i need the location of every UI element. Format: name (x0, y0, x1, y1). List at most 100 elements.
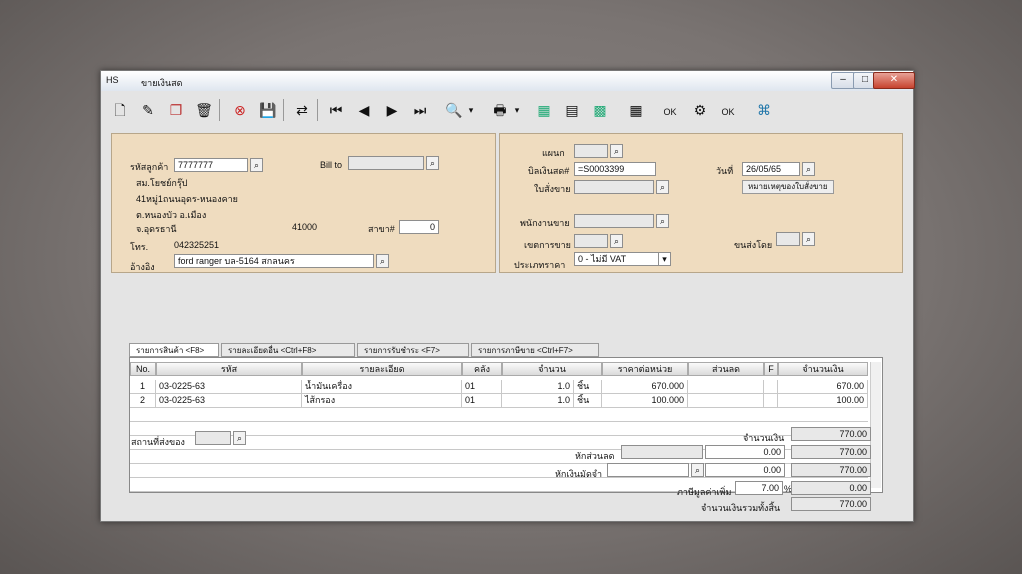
bill-to-search-button[interactable]: ⌕ (426, 156, 439, 170)
col-header-quantity[interactable]: จำนวน (502, 362, 602, 376)
search-icon: ⌕ (805, 234, 812, 244)
discount-text-field[interactable] (621, 445, 703, 459)
col-header-warehouse[interactable]: คลัง (462, 362, 502, 376)
save-icon: 💾 (259, 102, 277, 118)
ship-place-search-button[interactable]: ⌕ (233, 431, 246, 445)
deposit-value-field[interactable]: 0.00 (705, 463, 785, 477)
after-deposit-field: 770.00 (791, 463, 871, 477)
customer-search-button[interactable]: ⌕ (250, 158, 263, 172)
cell-amount: 670.00 (778, 380, 868, 394)
first-record-button[interactable]: ⏮ (325, 99, 347, 121)
search-icon: ⌕ (613, 146, 620, 156)
deposit-ref-field[interactable] (607, 463, 689, 477)
previous-record-button[interactable]: ◀ (353, 99, 375, 121)
dept-search-button[interactable]: ⌕ (610, 144, 623, 158)
cancel-button[interactable]: ⊗ (229, 99, 251, 121)
sales-window: HS ขายเงินสด – □ ✕ 🗋 ✎ ❐ 🗑 ⊗ 💾 ⇄ ⏮ ◀ ▶ ⏭… (100, 70, 915, 522)
search-icon: ⌕ (429, 158, 436, 168)
col-header-code[interactable]: รหัส (156, 362, 302, 376)
tab-items[interactable]: รายการสินค้า <F8> (129, 343, 219, 357)
print-icon: 🖶 (493, 102, 507, 118)
next-record-button[interactable]: ▶ (381, 99, 403, 121)
col-header-f[interactable]: F (764, 362, 778, 376)
price-type-dropdown-button[interactable]: ▾ (658, 252, 671, 266)
delete-button[interactable]: 🗑 (193, 99, 215, 121)
dept-field[interactable] (574, 144, 608, 158)
cell-code: 03-0225-63 (156, 394, 302, 408)
report-icon: ▤ (565, 102, 579, 118)
sales-area-search-button[interactable]: ⌕ (610, 234, 623, 248)
grid-button[interactable]: ▩ (589, 99, 611, 121)
save-button[interactable]: 💾 (257, 99, 279, 121)
report-button[interactable]: ▤ (561, 99, 583, 121)
close-button[interactable]: ✕ (873, 72, 915, 89)
tab-payments[interactable]: รายการรับชำระ <F7> (357, 343, 469, 357)
sales-area-field[interactable] (574, 234, 608, 248)
new-button[interactable]: 🗋 (109, 99, 131, 121)
tools-button[interactable]: ⚙ (689, 99, 711, 121)
customer-code-field[interactable]: 7777777 (174, 158, 248, 172)
sales-order-search-button[interactable]: ⌕ (656, 180, 669, 194)
date-field[interactable]: 26/05/65 (742, 162, 800, 176)
print-button[interactable]: 🖶 (489, 99, 511, 121)
table-button[interactable]: ▦ (625, 99, 647, 121)
date-picker-button[interactable]: ⌕ (802, 162, 815, 176)
search-icon: ⌕ (236, 433, 243, 443)
grid-scrollbar[interactable] (870, 362, 881, 488)
cell-f (764, 380, 778, 394)
copy-icon: ❐ (169, 102, 183, 118)
customer-address-line3: จ.อุดรธานี (136, 224, 177, 234)
vat-rate-field[interactable]: 7.00 (735, 481, 783, 495)
col-header-no[interactable]: No. (130, 362, 156, 376)
preview-button[interactable]: 🔍 (443, 99, 465, 121)
deposit-search-button[interactable]: ⌕ (691, 463, 704, 477)
preview-dropdown[interactable]: ▾ (465, 99, 477, 121)
cell-description: น้ำมันเครื่อง (302, 380, 462, 394)
delivery-search-button[interactable]: ⌕ (802, 232, 815, 246)
reference-search-button[interactable]: ⌕ (376, 254, 389, 268)
network-button[interactable]: ⌘ (753, 99, 775, 121)
deposit-label: หักเงินมัดจำ (555, 469, 603, 479)
doc-no-field[interactable]: =S0003399 (574, 162, 656, 176)
order-note-button[interactable]: หมายเหตุของใบสั่งขาย (742, 180, 834, 194)
last-record-button[interactable]: ⏭ (409, 99, 431, 121)
cell-code: 03-0225-63 (156, 380, 302, 394)
col-header-amount[interactable]: จำนวนเงิน (778, 362, 868, 376)
confirm-button[interactable]: OK (717, 99, 739, 121)
col-header-discount[interactable]: ส่วนลด (688, 362, 764, 376)
ship-place-field[interactable] (195, 431, 231, 445)
phone-label: โทร. (130, 242, 149, 252)
approve-button[interactable]: OK (659, 99, 681, 121)
app-icon: HS (106, 75, 119, 85)
customer-address-line2: ต.หนองบัว อ.เมือง (136, 210, 207, 220)
salesman-search-button[interactable]: ⌕ (656, 214, 669, 228)
print-dropdown[interactable]: ▾ (511, 99, 523, 121)
sales-order-field[interactable] (574, 180, 654, 194)
bill-to-label: Bill to (320, 160, 343, 170)
transfer-button[interactable]: ⇄ (291, 99, 313, 121)
preview-icon: 🔍 (445, 102, 463, 118)
search-icon: ⌕ (659, 216, 666, 226)
minimize-button[interactable]: – (831, 72, 855, 89)
maximize-icon: □ (861, 74, 869, 85)
col-header-unit-price[interactable]: ราคาต่อหน่วย (602, 362, 688, 376)
cell-quantity: 1.0 (502, 380, 574, 394)
discount-value-field[interactable]: 0.00 (705, 445, 785, 459)
delivery-field[interactable] (776, 232, 800, 246)
edit-button[interactable]: ✎ (137, 99, 159, 121)
discount-label: หักส่วนลด (575, 451, 615, 461)
col-header-description[interactable]: รายละเอียด (302, 362, 462, 376)
price-type-label: ประเภทราคา (514, 260, 566, 270)
price-type-select[interactable]: 0 - ไม่มี VAT (574, 252, 660, 266)
cell-warehouse: 01 (462, 380, 502, 394)
table-icon: ▦ (629, 102, 643, 118)
reference-field[interactable]: ford ranger บล-5164 สกลนคร (174, 254, 374, 268)
title-bar[interactable]: HS ขายเงินสด – □ ✕ (101, 71, 915, 91)
tab-other-details[interactable]: รายละเอียดอื่น <Ctrl+F8> (221, 343, 355, 357)
bill-to-field[interactable] (348, 156, 424, 170)
salesman-field[interactable] (574, 214, 654, 228)
branch-field[interactable]: 0 (399, 220, 439, 234)
tab-sales-tax[interactable]: รายการภาษีขาย <Ctrl+F7> (471, 343, 599, 357)
copy-button[interactable]: ❐ (165, 99, 187, 121)
calculator-button[interactable]: ▦ (533, 99, 555, 121)
